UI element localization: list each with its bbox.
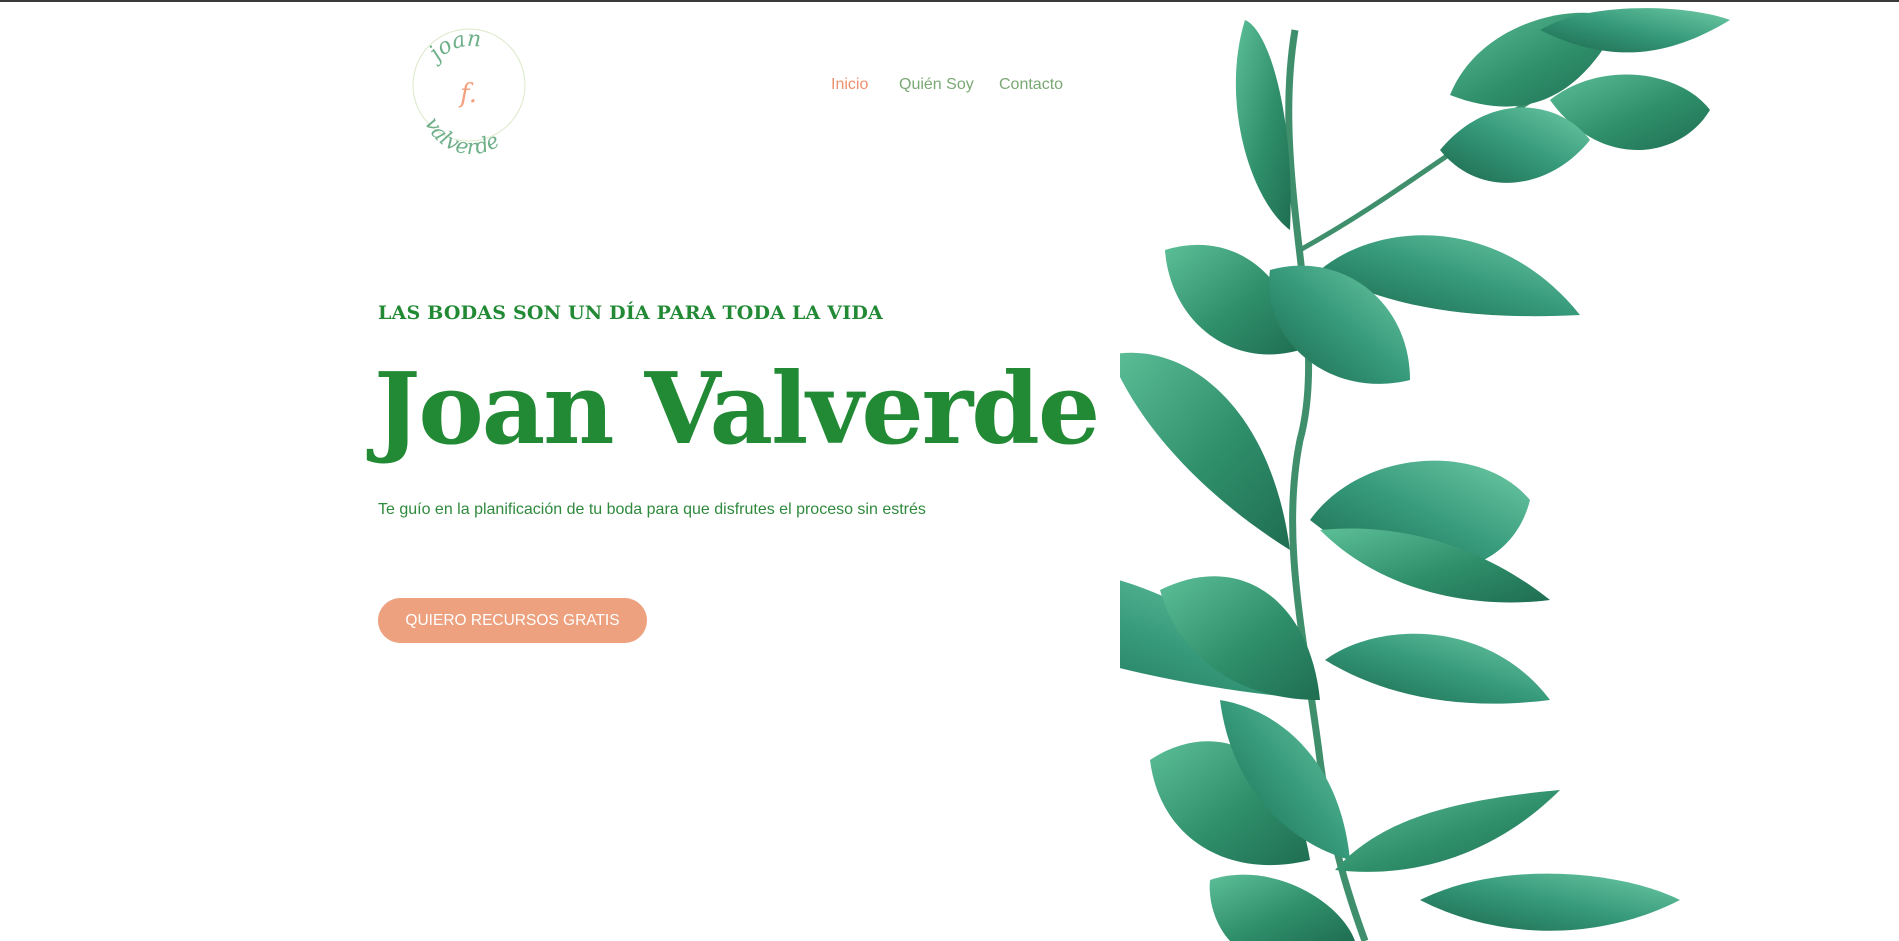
- logo-text-bottom: valverde: [420, 113, 503, 154]
- hero-subtitle: Te guío en la planificación de tu boda p…: [378, 501, 926, 518]
- svg-text:joan: joan: [421, 27, 482, 69]
- nav-item-contacto[interactable]: Contacto: [999, 76, 1063, 94]
- hero-kicker: LAS BODAS SON UN DÍA PARA TODA LA VIDA: [378, 302, 883, 324]
- free-resources-button[interactable]: QUIERO RECURSOS GRATIS: [378, 598, 647, 643]
- site-logo[interactable]: joan f. valverde: [408, 20, 530, 154]
- svg-text:valverde: valverde: [420, 113, 503, 154]
- logo-text-top: joan: [421, 27, 482, 69]
- eucalyptus-branch-image: [1120, 0, 1899, 941]
- logo-mark: joan f. valverde: [412, 27, 526, 154]
- logo-initial: f.: [458, 79, 477, 109]
- hero-title: Joan Valverde: [374, 352, 1100, 467]
- nav-item-inicio[interactable]: Inicio: [831, 76, 868, 94]
- nav-item-quien-soy[interactable]: Quién Soy: [899, 76, 974, 94]
